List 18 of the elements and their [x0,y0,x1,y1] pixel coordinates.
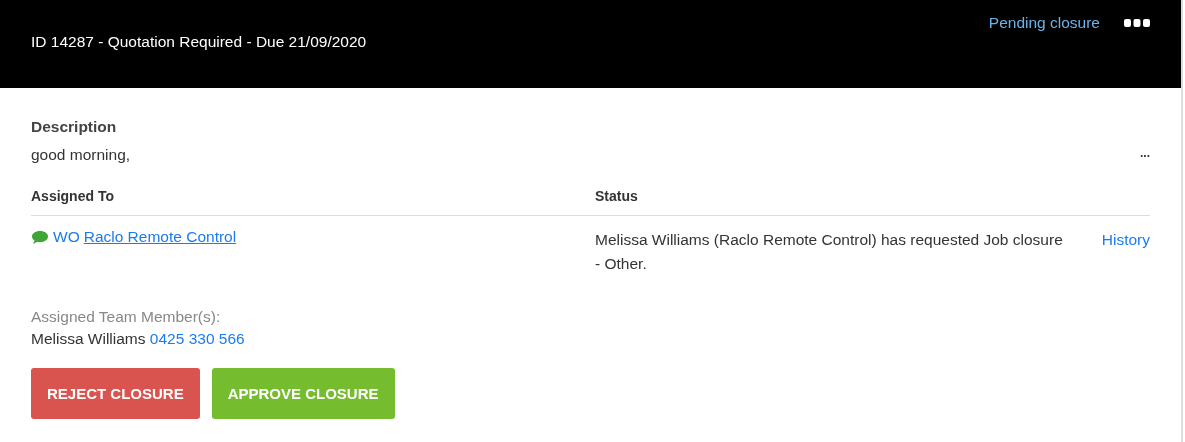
column-header: Assigned To [31,188,115,204]
reject-button[interactable]: REJECT CLOSURE [31,368,200,419]
member-name: Melissa Williams [31,330,146,347]
chat-icon [31,229,49,245]
company-link[interactable]: Raclo Remote Control [83,228,237,246]
approve-button[interactable]: APPROVE CLOSURE [211,368,395,419]
status-text: Melissa Williams (Raclo Remote Control) has requested Job closure - Other. [595,230,1064,274]
phone-link[interactable]: 0425 330 566 [149,330,245,347]
description-text: good morning, [31,146,131,164]
more-icon[interactable] [1124,19,1150,27]
status-label: Pending closure [988,14,1100,32]
expand-link[interactable]: ... [1140,146,1150,164]
column-header: Status [595,188,639,204]
work-order-label: WO [53,228,80,246]
history-link[interactable]: History [1101,228,1150,276]
job-title: ID 14287 - Quotation Required - Due 21/09/2020 [31,33,367,52]
team-label: Assigned Team Member(s): [31,307,222,327]
description-label: Description [31,118,118,136]
